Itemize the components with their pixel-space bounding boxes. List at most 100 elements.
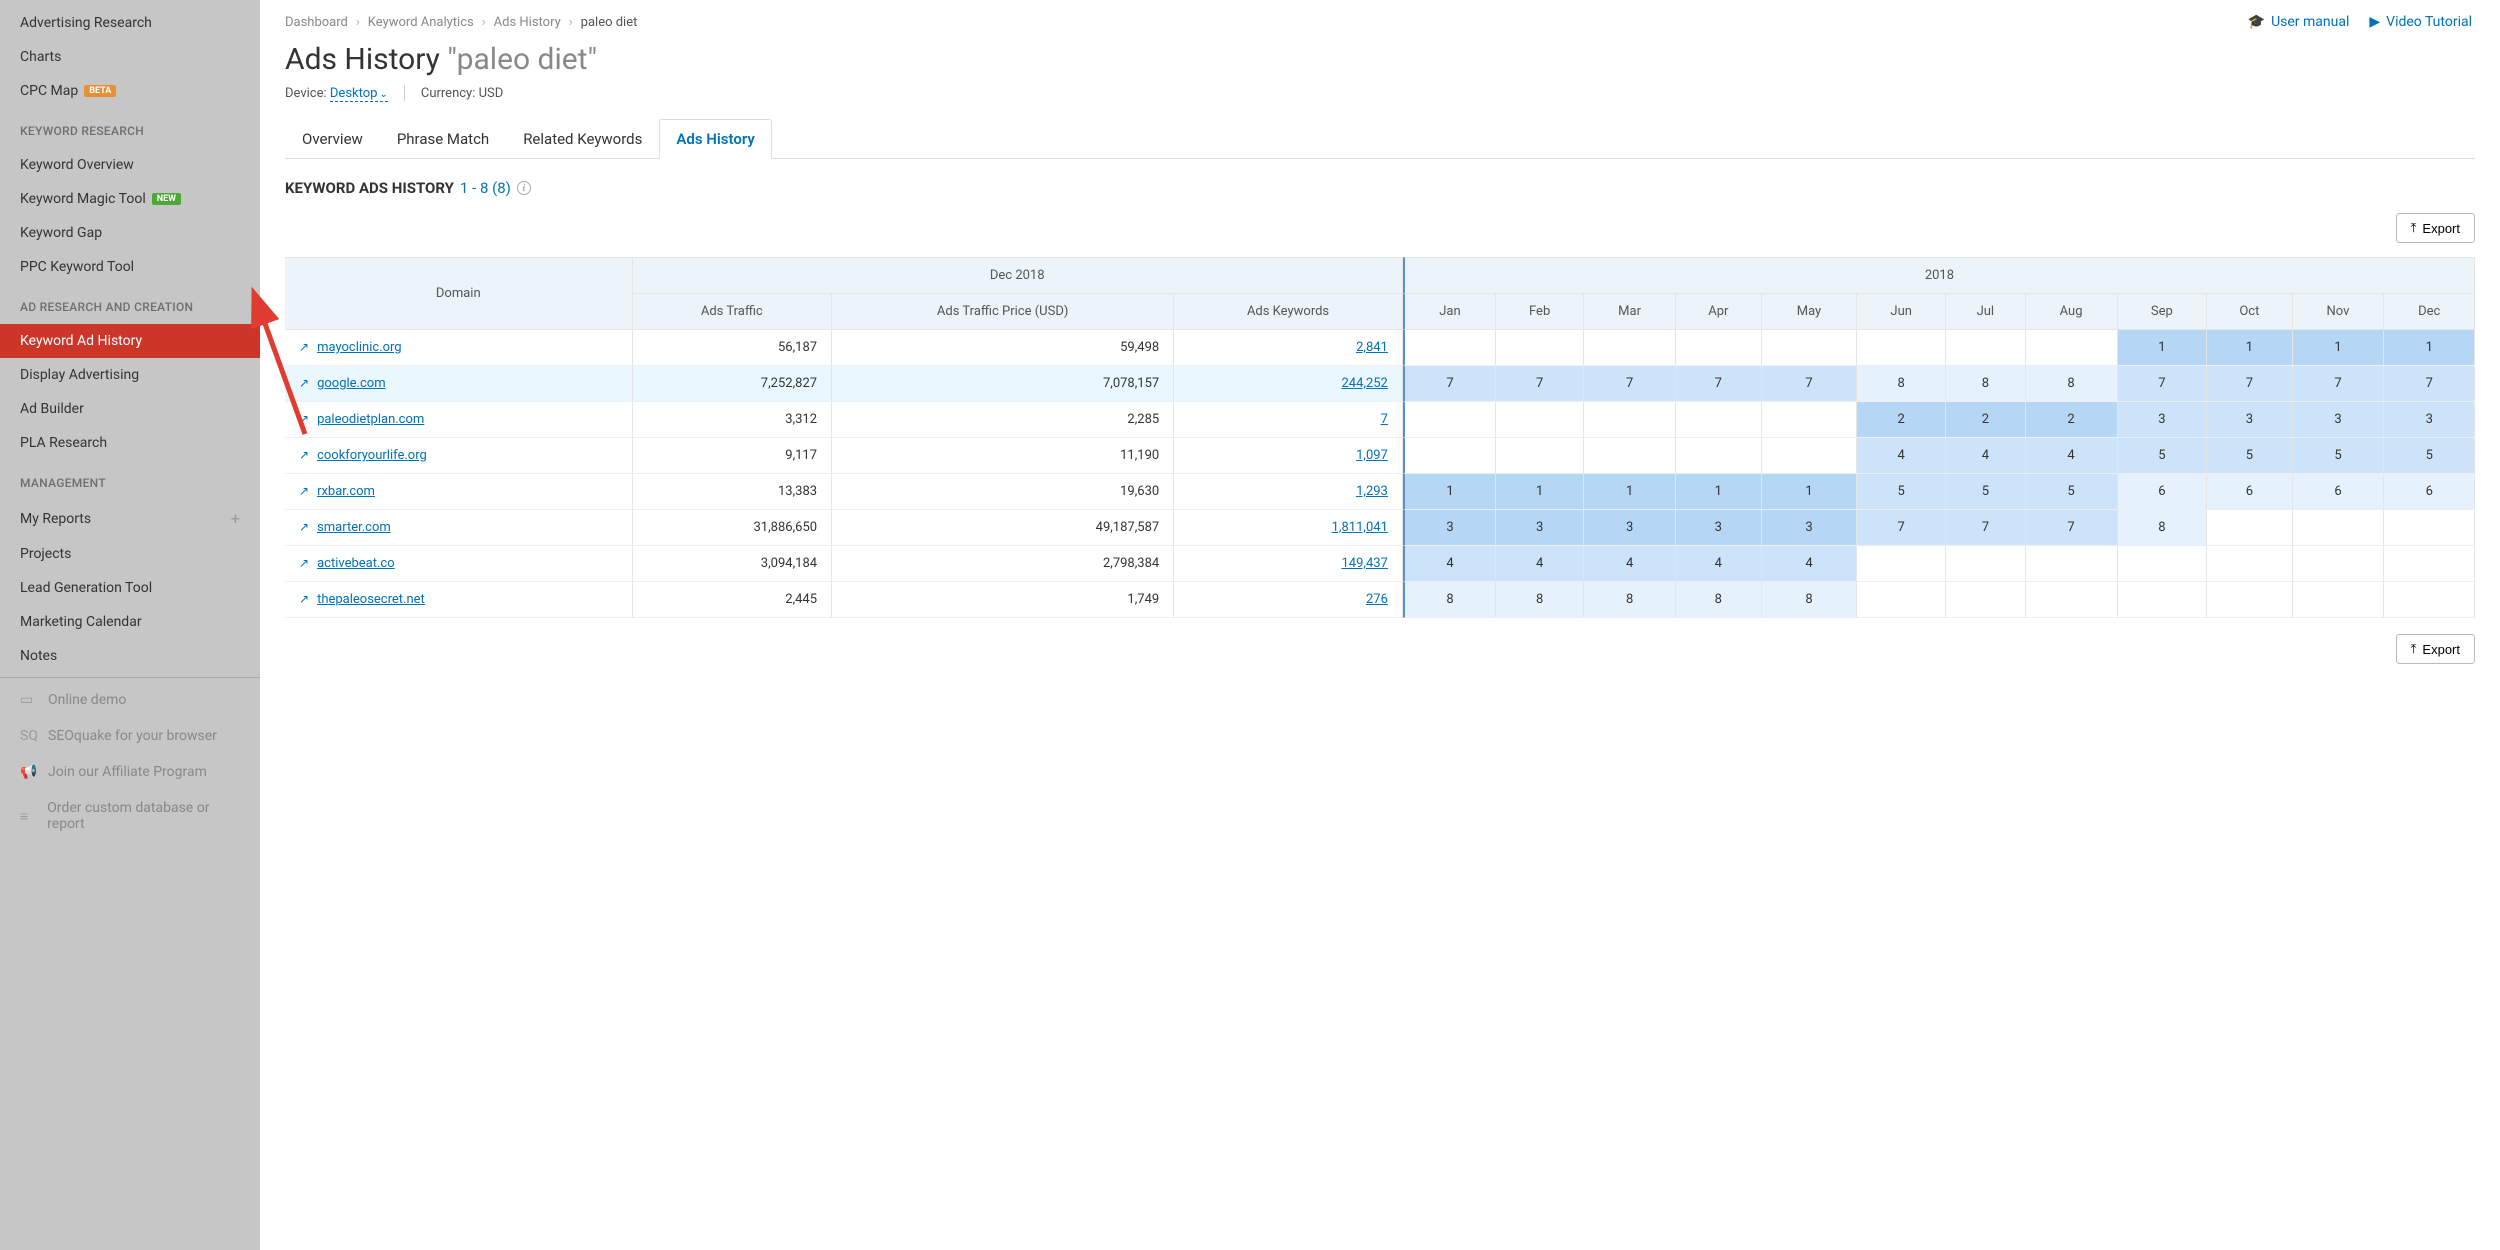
month-cell[interactable]: 6 [2384, 474, 2475, 510]
user-manual-link[interactable]: 🎓 User manual [2248, 14, 2350, 30]
month-cell[interactable]: 8 [1496, 582, 1584, 618]
month-cell[interactable]: 6 [2207, 474, 2292, 510]
sidebar-item-keyword-magic-tool[interactable]: Keyword Magic ToolNEW [0, 182, 260, 216]
keywords-link[interactable]: 7 [1381, 412, 1388, 427]
month-cell[interactable]: 8 [1857, 366, 1946, 402]
device-selector[interactable]: Desktop⌄ [330, 86, 388, 102]
sidebar-item-advertising-research[interactable]: Advertising Research [0, 6, 260, 40]
col-month-mar[interactable]: Mar [1584, 294, 1676, 330]
month-cell[interactable]: 3 [1403, 510, 1496, 546]
month-cell[interactable]: 5 [1857, 474, 1946, 510]
month-cell[interactable]: 7 [2026, 510, 2118, 546]
month-cell[interactable]: 4 [2026, 438, 2118, 474]
domain-link[interactable]: rxbar.com [317, 484, 375, 499]
col-month-jun[interactable]: Jun [1857, 294, 1946, 330]
month-cell[interactable]: 7 [1496, 366, 1584, 402]
month-cell[interactable]: 7 [1584, 366, 1676, 402]
month-cell[interactable]: 3 [1762, 510, 1858, 546]
col-month-oct[interactable]: Oct [2207, 294, 2292, 330]
month-cell[interactable]: 7 [1403, 366, 1496, 402]
keywords-link[interactable]: 276 [1366, 592, 1388, 607]
tab-related-keywords[interactable]: Related Keywords [506, 119, 659, 159]
sidebar-item-cpc-map[interactable]: CPC MapBETA [0, 74, 260, 108]
month-cell[interactable]: 1 [1496, 474, 1584, 510]
month-cell[interactable]: 5 [2118, 438, 2208, 474]
month-cell[interactable]: 1 [1584, 474, 1676, 510]
sidebar-item-ppc-keyword-tool[interactable]: PPC Keyword Tool [0, 250, 260, 284]
month-cell[interactable]: 6 [2293, 474, 2385, 510]
export-button-bottom[interactable]: ⤒ Export [2396, 634, 2475, 664]
export-button-top[interactable]: ⤒ Export [2396, 213, 2475, 243]
month-cell[interactable]: 1 [2207, 330, 2292, 366]
month-cell[interactable]: 6 [2118, 474, 2208, 510]
sidebar-item-keyword-overview[interactable]: Keyword Overview [0, 148, 260, 182]
domain-link[interactable]: smarter.com [317, 520, 391, 535]
domain-link[interactable]: google.com [317, 376, 386, 391]
col-domain[interactable]: Domain [285, 257, 633, 330]
col-month-apr[interactable]: Apr [1676, 294, 1762, 330]
plus-icon[interactable]: + [231, 509, 240, 528]
col-month-may[interactable]: May [1762, 294, 1858, 330]
month-cell[interactable]: 4 [1857, 438, 1946, 474]
tab-overview[interactable]: Overview [285, 119, 380, 159]
month-cell[interactable]: 3 [2293, 402, 2385, 438]
month-cell[interactable]: 8 [1584, 582, 1676, 618]
month-cell[interactable]: 1 [1762, 474, 1858, 510]
sidebar-item-notes[interactable]: Notes [0, 639, 260, 673]
month-cell[interactable]: 5 [2293, 438, 2385, 474]
sidebar-item-ad-builder[interactable]: Ad Builder [0, 392, 260, 426]
col-ads-traffic[interactable]: Ads Traffic [633, 294, 833, 330]
month-cell[interactable]: 7 [2293, 366, 2385, 402]
video-tutorial-link[interactable]: ▶ Video Tutorial [2369, 14, 2472, 30]
month-cell[interactable]: 8 [2118, 510, 2208, 546]
month-cell[interactable]: 8 [2026, 366, 2118, 402]
sidebar-item-keyword-ad-history[interactable]: Keyword Ad History [0, 324, 260, 358]
month-cell[interactable]: 7 [1762, 366, 1858, 402]
keywords-link[interactable]: 1,293 [1356, 484, 1388, 499]
external-link-icon[interactable]: ↗ [299, 520, 309, 534]
month-cell[interactable]: 2 [1946, 402, 2026, 438]
keywords-link[interactable]: 149,437 [1341, 556, 1387, 571]
sidebar-item-charts[interactable]: Charts [0, 40, 260, 74]
external-link-icon[interactable]: ↗ [299, 592, 309, 606]
month-cell[interactable]: 4 [1584, 546, 1676, 582]
month-cell[interactable]: 4 [1403, 546, 1496, 582]
month-cell[interactable]: 3 [2384, 402, 2475, 438]
sidebar-item-lead-generation-tool[interactable]: Lead Generation Tool [0, 571, 260, 605]
month-cell[interactable]: 1 [2293, 330, 2385, 366]
col-ads-price[interactable]: Ads Traffic Price (USD) [832, 294, 1174, 330]
col-month-jul[interactable]: Jul [1946, 294, 2026, 330]
keywords-link[interactable]: 1,097 [1356, 448, 1388, 463]
col-month-dec[interactable]: Dec [2384, 294, 2475, 330]
col-month-aug[interactable]: Aug [2026, 294, 2118, 330]
month-cell[interactable]: 3 [2118, 402, 2208, 438]
month-cell[interactable]: 8 [1762, 582, 1858, 618]
sidebar-footer-seoquake-for-your-br[interactable]: SQSEOquake for your browser [0, 718, 260, 754]
breadcrumb-dashboard[interactable]: Dashboard [285, 15, 348, 30]
month-cell[interactable]: 3 [2207, 402, 2292, 438]
tab-ads-history[interactable]: Ads History [659, 119, 771, 159]
domain-link[interactable]: mayoclinic.org [317, 340, 402, 355]
keywords-link[interactable]: 244,252 [1341, 376, 1387, 391]
month-cell[interactable]: 5 [2384, 438, 2475, 474]
tab-phrase-match[interactable]: Phrase Match [380, 119, 506, 159]
month-cell[interactable]: 5 [1946, 474, 2026, 510]
month-cell[interactable]: 7 [2118, 366, 2208, 402]
external-link-icon[interactable]: ↗ [299, 412, 309, 426]
breadcrumb-ads-history[interactable]: Ads History [494, 15, 561, 30]
domain-link[interactable]: activebeat.co [317, 556, 395, 571]
month-cell[interactable]: 1 [1676, 474, 1762, 510]
month-cell[interactable]: 7 [1857, 510, 1946, 546]
month-cell[interactable]: 7 [1676, 366, 1762, 402]
month-cell[interactable]: 1 [2384, 330, 2475, 366]
external-link-icon[interactable]: ↗ [299, 376, 309, 390]
month-cell[interactable]: 4 [1946, 438, 2026, 474]
sidebar-footer-online-demo[interactable]: ▭Online demo [0, 682, 260, 718]
sidebar-item-pla-research[interactable]: PLA Research [0, 426, 260, 460]
month-cell[interactable]: 3 [1676, 510, 1762, 546]
keywords-link[interactable]: 2,841 [1356, 340, 1388, 355]
domain-link[interactable]: thepaleosecret.net [317, 592, 425, 607]
sidebar-item-display-advertising[interactable]: Display Advertising [0, 358, 260, 392]
month-cell[interactable]: 8 [1403, 582, 1496, 618]
month-cell[interactable]: 7 [2384, 366, 2475, 402]
